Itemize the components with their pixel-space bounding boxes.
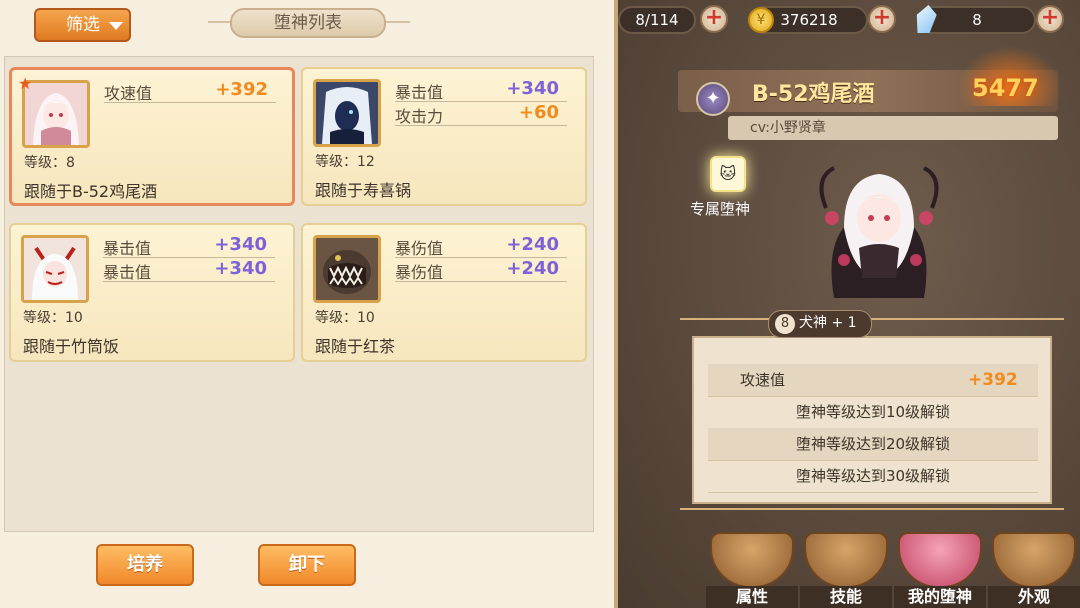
spirit-card-grid: ★ 攻速值 +392 等级：8 跟随于B-52鸡尾酒 暴击值 +340 攻击力 … <box>4 56 594 532</box>
tab-appearance[interactable]: 外观 <box>988 510 1080 608</box>
duck-family-bowl-icon <box>992 532 1076 588</box>
chevron-down-icon <box>109 22 123 30</box>
stat-name: 暴击值 <box>103 263 152 282</box>
stat-value: +392 <box>215 79 268 100</box>
list-title: 堕神列表 <box>230 8 386 38</box>
tab-label: 属性 <box>706 586 798 608</box>
spirit-bowl-icon <box>898 532 982 588</box>
stat-value: +340 <box>214 234 267 255</box>
exclusive-spirit-cat-icon[interactable]: 🐱 <box>710 156 746 192</box>
info-row-locked: 堕神等级达到30级解锁 <box>708 460 1038 493</box>
voice-actor-label: cv:小野贤章 <box>728 116 1058 140</box>
dark-blue-spirit-portrait-icon <box>313 79 381 147</box>
info-row-locked: 堕神等级达到20级解锁 <box>708 428 1038 461</box>
tab-my-spirits[interactable]: 我的堕神 <box>894 510 986 608</box>
combat-power: 5477 <box>972 74 1039 102</box>
character-name: B-52鸡尾酒 <box>752 82 875 107</box>
spirit-card-4[interactable]: 暴伤值 +240 暴伤值 +240 等级：10 跟随于红茶 <box>301 223 587 362</box>
filter-dropdown-button[interactable]: 筛选 <box>34 8 131 42</box>
crab-bowl-icon <box>804 532 888 588</box>
toothy-monster-portrait-icon <box>313 235 381 303</box>
tab-attributes[interactable]: 属性 <box>706 510 798 608</box>
dog-spirit-name: 犬神 + 1 <box>799 315 857 331</box>
spirit-follow-target: 跟随于红茶 <box>315 337 396 356</box>
stat-value: +240 <box>506 258 559 279</box>
spirit-follow-target: 跟随于竹筒饭 <box>23 337 120 356</box>
spirit-card-1[interactable]: ★ 攻速值 +392 等级：8 跟随于B-52鸡尾酒 <box>9 67 295 206</box>
add-stamina-button[interactable]: + <box>700 5 728 33</box>
horned-white-demon-portrait-icon <box>21 235 89 303</box>
cultivate-button[interactable]: 培养 <box>96 544 194 586</box>
info-frame-top <box>680 318 1064 338</box>
spirit-follow-target: 跟随于寿喜锅 <box>315 181 412 200</box>
spirit-level: 等级：10 <box>23 310 83 326</box>
filter-label: 筛选 <box>66 15 100 35</box>
spirit-follow-target: 跟随于B-52鸡尾酒 <box>24 182 158 201</box>
stat-name: 暴伤值 <box>395 239 444 258</box>
bottom-tab-bar: 属性 技能 我的堕神 外观 <box>706 510 1080 608</box>
dog-spirit-badge: 8 犬神 + 1 <box>768 310 872 338</box>
spirit-level: 等级：8 <box>24 155 75 171</box>
spirit-level: 等级：10 <box>315 310 375 326</box>
stat-row: 暴击值 +340 <box>103 258 275 282</box>
stat-name: 攻击力 <box>395 107 444 126</box>
spirit-level: 等级：12 <box>315 154 375 170</box>
info-row-locked: 堕神等级达到10级解锁 <box>708 396 1038 429</box>
add-gem-button[interactable]: + <box>1036 5 1064 33</box>
gold-coin-icon: ¥ <box>748 7 774 33</box>
stat-row: 暴击值 +340 <box>103 234 275 258</box>
stat-name: 暴击值 <box>395 83 444 102</box>
stat-value: +240 <box>506 234 559 255</box>
exclusive-spirit-label: 专属堕神 <box>690 200 751 218</box>
dog-spirit-level: 8 <box>775 314 795 334</box>
info-stat-name: 攻速值 <box>740 371 786 389</box>
info-row-stat: 攻速值 +392 <box>708 364 1038 397</box>
stat-row: 暴伤值 +240 <box>395 258 567 282</box>
tab-label: 技能 <box>800 586 892 608</box>
stat-row: 攻速值 +392 <box>104 79 276 103</box>
stat-name: 暴伤值 <box>395 263 444 282</box>
stat-value: +60 <box>518 102 559 123</box>
spirit-card-3[interactable]: 暴击值 +340 暴击值 +340 等级：10 跟随于竹筒饭 <box>9 223 295 362</box>
stat-value: +340 <box>506 78 559 99</box>
info-frame-bottom <box>680 502 1064 510</box>
add-gold-button[interactable]: + <box>868 5 896 33</box>
stamina-counter: 8/114 <box>618 6 696 34</box>
unequip-button[interactable]: 卸下 <box>258 544 356 586</box>
stat-name: 攻速值 <box>104 84 153 103</box>
stat-row: 攻击力 +60 <box>395 102 567 126</box>
tab-skills[interactable]: 技能 <box>800 510 892 608</box>
character-sprite <box>804 148 954 298</box>
stat-row: 暴击值 +340 <box>395 78 567 102</box>
gem-counter: 8 <box>918 6 1036 34</box>
duck-bowl-icon <box>710 532 794 588</box>
character-detail-panel: 8/114 + 376218 ¥ + 8 + ✦ B-52鸡尾酒 5477 cv… <box>618 0 1080 608</box>
hero-spirit-list-panel: 筛选 堕神列表 ★ 攻速值 +392 等级：8 跟随于B-52鸡尾酒 暴击值 +… <box>0 0 618 608</box>
spirit-card-2[interactable]: 暴击值 +340 攻击力 +60 等级：12 跟随于寿喜锅 <box>301 67 587 206</box>
favorite-star-icon: ★ <box>18 74 33 93</box>
tab-label: 外观 <box>988 586 1080 608</box>
star-emblem-icon: ✦ <box>696 82 730 116</box>
stat-row: 暴伤值 +240 <box>395 234 567 258</box>
resource-bar: 8/114 + 376218 ¥ + 8 + <box>618 0 1080 42</box>
stat-value: +340 <box>214 258 267 279</box>
stat-name: 暴击值 <box>103 239 152 258</box>
info-stat-value: +392 <box>968 370 1018 390</box>
tab-label: 我的堕神 <box>894 586 986 608</box>
